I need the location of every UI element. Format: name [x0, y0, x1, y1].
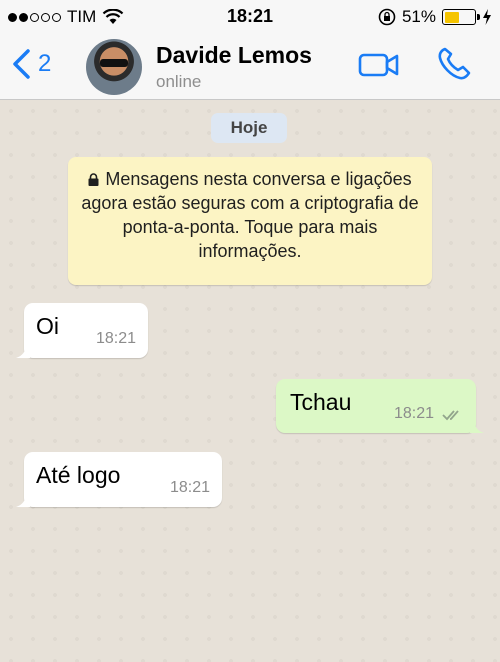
status-right: 51%: [378, 7, 492, 27]
battery-level: [444, 11, 460, 23]
double-check-icon: [442, 410, 459, 421]
encryption-notice[interactable]: Mensagens nesta conversa e ligações agor…: [68, 157, 432, 285]
message-text: Oi: [36, 313, 59, 339]
bubble-tail: [16, 344, 30, 358]
message-time: 18:21: [393, 405, 434, 422]
battery-percent: 51%: [401, 7, 436, 26]
message-bubble[interactable]: Oi 18:21: [16, 303, 148, 358]
contact-status: online: [156, 72, 202, 91]
back-chevron-icon: [13, 49, 30, 79]
message-time: 18:21: [95, 330, 136, 347]
encryption-notice-text: Mensagens nesta conversa e ligações agor…: [81, 169, 419, 261]
message-text: Até logo: [36, 462, 121, 488]
message-bubble[interactable]: Tchau 18:21: [276, 379, 484, 433]
chat-header: 2 Davide Lemos online: [0, 34, 500, 100]
message-time: 18:21: [169, 479, 210, 496]
bubble-tail: [16, 493, 30, 507]
contact-name[interactable]: Davide Lemos: [156, 42, 312, 69]
back-button[interactable]: 2: [10, 48, 51, 80]
date-chip: Hoje: [211, 113, 287, 143]
bubble-tail: [470, 419, 484, 433]
avatar[interactable]: [86, 39, 142, 95]
lock-rotation-icon: [378, 8, 396, 26]
chat-area[interactable]: Hoje Mensagens nesta conversa e ligações…: [0, 100, 500, 662]
unread-count: 2: [38, 50, 52, 77]
video-call-icon[interactable]: [358, 50, 400, 80]
message-bubble[interactable]: Até logo 18:21: [16, 452, 222, 507]
message-text: Tchau: [290, 389, 352, 415]
charging-icon: [483, 9, 491, 25]
phone-icon[interactable]: [436, 46, 472, 82]
lock-icon: [88, 173, 99, 186]
battery-icon: [442, 9, 480, 25]
avatar-glasses: [100, 59, 128, 67]
status-bar: TIM 18:21 51%: [0, 0, 500, 34]
